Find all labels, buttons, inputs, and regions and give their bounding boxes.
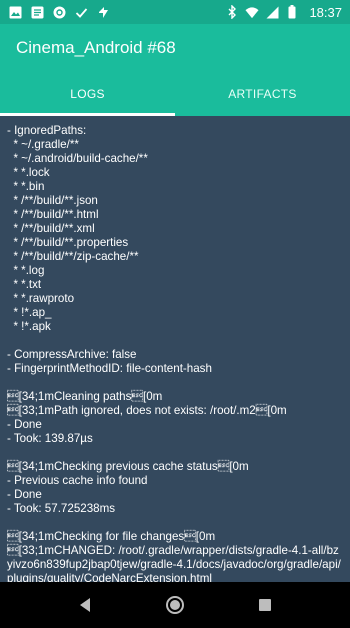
wifi-icon xyxy=(245,5,259,19)
system-nav-bar xyxy=(0,582,350,628)
log-line: * !*.apk xyxy=(7,320,51,333)
notification-box-icon xyxy=(30,5,44,19)
log-line: * *.rawproto xyxy=(7,292,75,305)
image-icon xyxy=(8,5,22,19)
log-line: [34;1mCleaning paths[0m xyxy=(7,390,163,403)
signal-icon xyxy=(265,5,279,19)
log-line: - CompressArchive: false xyxy=(7,348,137,361)
log-line: - IgnoredPaths: xyxy=(7,124,87,137)
status-right-icons: 18:37 xyxy=(225,5,342,20)
flash-icon xyxy=(96,5,110,19)
home-icon[interactable] xyxy=(163,593,187,617)
bluetooth-icon xyxy=(225,5,239,19)
status-time: 18:37 xyxy=(309,4,342,20)
log-line: [34;1mChecking for file changes[0m xyxy=(7,530,216,543)
log-line: * ~/.gradle/** xyxy=(7,138,79,151)
log-line: - Previous cache info found xyxy=(7,474,148,487)
log-line: - Done xyxy=(7,418,42,431)
log-line: * ~/.android/build-cache/** xyxy=(7,152,148,165)
log-line: * /**/build/**.xml xyxy=(7,222,95,235)
log-line: - Took: 57.725238ms xyxy=(7,502,116,515)
log-line: [33;1mCHANGED: /root/.gradle/wrapper/di… xyxy=(7,544,341,582)
log-line: * /**/build/**.json xyxy=(7,194,98,207)
back-icon[interactable] xyxy=(73,593,97,617)
status-bar: 18:37 xyxy=(0,0,350,24)
log-line: * /**/build/**/zip-cache/** xyxy=(7,250,139,263)
tab-artifacts-label: ARTIFACTS xyxy=(228,87,297,101)
log-line: * *.log xyxy=(7,264,45,277)
log-output[interactable]: - IgnoredPaths: * ~/.gradle/** * ~/.andr… xyxy=(0,116,350,582)
log-line: - FingerprintMethodID: file-content-hash xyxy=(7,362,212,375)
tab-artifacts[interactable]: ARTIFACTS xyxy=(175,72,350,116)
log-line: * !*.ap_ xyxy=(7,306,52,319)
tab-logs-label: LOGS xyxy=(70,87,105,101)
log-line: * *.lock xyxy=(7,166,50,179)
check-icon xyxy=(74,5,88,19)
battery-icon xyxy=(285,5,299,19)
page-title: Cinema_Android #68 xyxy=(16,38,176,57)
log-line: - Took: 139.87µs xyxy=(7,432,93,445)
tab-logs[interactable]: LOGS xyxy=(0,72,175,116)
log-line: [33;1mPath ignored, does not exists: /r… xyxy=(7,404,287,417)
circle-app-icon xyxy=(52,5,66,19)
log-line: * *.txt xyxy=(7,278,42,291)
log-line: * *.bin xyxy=(7,180,45,193)
recents-icon[interactable] xyxy=(253,593,277,617)
log-line: - Done xyxy=(7,488,42,501)
log-line: * /**/build/**.properties xyxy=(7,236,129,249)
app-bar: Cinema_Android #68 xyxy=(0,24,350,72)
status-left-icons xyxy=(8,5,110,19)
log-line: [34;1mChecking previous cache status[0… xyxy=(7,460,249,473)
log-line: * /**/build/**.html xyxy=(7,208,99,221)
tab-bar: LOGS ARTIFACTS xyxy=(0,72,350,116)
